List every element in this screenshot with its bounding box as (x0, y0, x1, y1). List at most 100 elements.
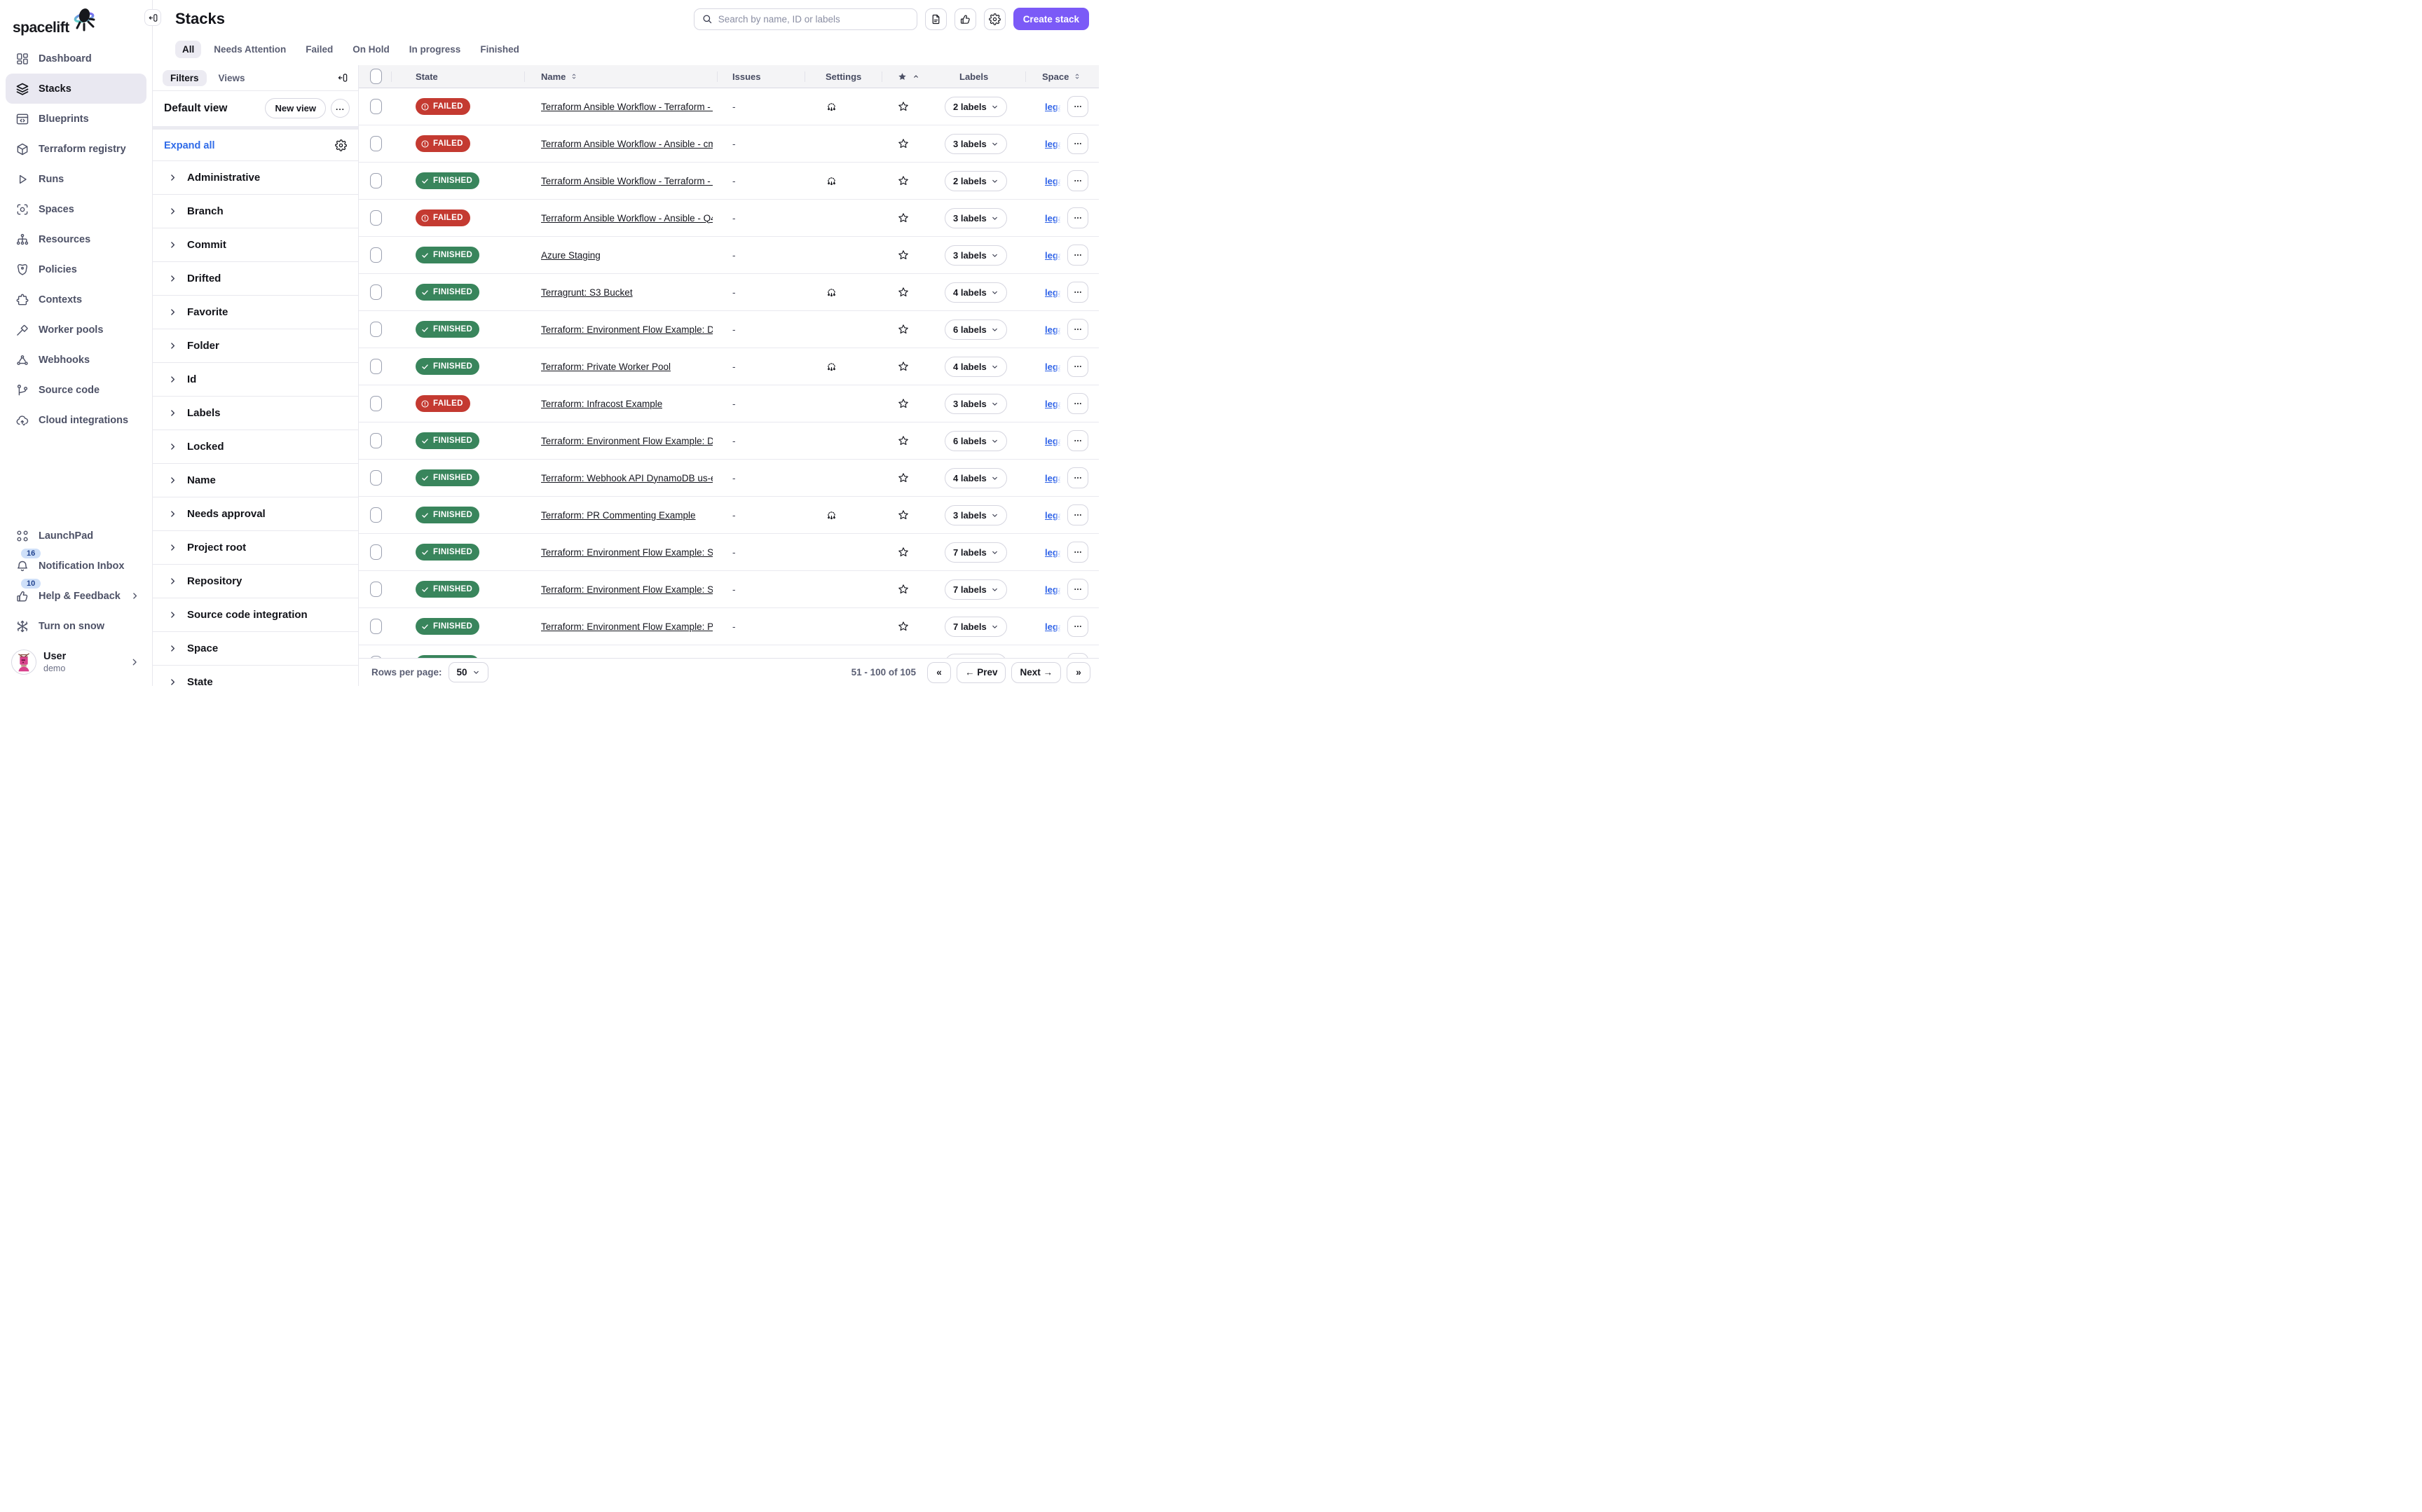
filter-section-favorite[interactable]: Favorite (153, 296, 358, 329)
star-outline-icon[interactable] (897, 472, 910, 484)
row-checkbox[interactable] (370, 544, 382, 560)
sidebar-item-stacks[interactable]: Stacks (6, 74, 146, 104)
labels-dropdown[interactable]: 3 labels (945, 394, 1007, 414)
sidebar-item-source-code[interactable]: Source code (6, 375, 146, 405)
row-menu-button[interactable] (1067, 356, 1088, 377)
row-menu-button[interactable] (1067, 393, 1088, 414)
stack-name-link[interactable]: Terraform: Environment Flow Example: Dev… (541, 324, 713, 335)
row-checkbox[interactable] (370, 322, 382, 337)
user-menu[interactable]: User demo (0, 642, 152, 686)
column-labels[interactable]: Labels (959, 71, 988, 82)
row-checkbox[interactable] (370, 582, 382, 597)
column-space[interactable]: Space (1042, 71, 1069, 82)
tab-finished[interactable]: Finished (473, 41, 526, 58)
settings-button[interactable] (984, 8, 1006, 30)
space-link[interactable]: legacy (1045, 621, 1062, 632)
row-checkbox[interactable] (370, 284, 382, 300)
sort-both-icon[interactable] (570, 72, 578, 81)
filter-section-repository[interactable]: Repository (153, 565, 358, 598)
space-link[interactable]: legacy (1045, 287, 1062, 298)
favorite-star-icon[interactable] (897, 71, 908, 82)
labels-dropdown[interactable]: 7 labels (945, 542, 1007, 563)
filter-section-needs-approval[interactable]: Needs approval (153, 497, 358, 531)
row-checkbox[interactable] (370, 470, 382, 486)
stack-name-link[interactable]: Terragrunt: S3 Bucket (541, 287, 633, 298)
row-checkbox[interactable] (370, 210, 382, 226)
stack-name-link[interactable]: Terraform Ansible Workflow - Ansible - Q… (541, 213, 713, 224)
stack-name-link[interactable]: Azure Staging (541, 250, 601, 261)
row-menu-button[interactable] (1067, 504, 1088, 525)
filter-section-name[interactable]: Name (153, 464, 358, 497)
labels-dropdown[interactable]: 6 labels (945, 319, 1007, 340)
star-outline-icon[interactable] (897, 137, 910, 150)
labels-dropdown[interactable]: 3 labels (945, 505, 1007, 525)
row-menu-button[interactable] (1067, 245, 1088, 266)
filters-gear-icon[interactable] (335, 139, 347, 151)
star-outline-icon[interactable] (897, 212, 910, 224)
row-menu-button[interactable] (1067, 319, 1088, 340)
tab-needs-attention[interactable]: Needs Attention (207, 41, 293, 58)
filter-section-locked[interactable]: Locked (153, 430, 358, 464)
row-checkbox[interactable] (370, 173, 382, 188)
filter-section-commit[interactable]: Commit (153, 228, 358, 262)
sidebar-item-terraform-registry[interactable]: Terraform registry (6, 134, 146, 164)
star-outline-icon[interactable] (897, 323, 910, 336)
space-link[interactable]: legacy (1045, 324, 1062, 335)
first-page-button[interactable]: « (927, 662, 951, 683)
labels-dropdown[interactable]: 4 labels (945, 282, 1007, 303)
tab-on-hold[interactable]: On Hold (345, 41, 397, 58)
row-menu-button[interactable] (1067, 579, 1088, 600)
labels-dropdown[interactable]: 4 labels (945, 357, 1007, 377)
row-checkbox[interactable] (370, 396, 382, 411)
row-menu-button[interactable] (1067, 467, 1088, 488)
stack-name-link[interactable]: Terraform: Private Worker Pool (541, 362, 671, 372)
labels-dropdown[interactable]: 2 labels (945, 97, 1007, 117)
star-outline-icon[interactable] (897, 583, 910, 596)
labels-dropdown[interactable]: 7 labels (945, 617, 1007, 637)
row-menu-button[interactable] (1067, 542, 1088, 563)
stack-name-link[interactable]: Terraform: Environment Flow Example: Dev… (541, 436, 713, 446)
select-all-checkbox[interactable] (370, 69, 382, 84)
filter-section-labels[interactable]: Labels (153, 397, 358, 430)
new-view-button[interactable]: New view (265, 98, 326, 118)
sidebar-collapse-button[interactable] (144, 9, 161, 26)
space-link[interactable]: legacy (1045, 250, 1062, 261)
sidebar-item-contexts[interactable]: Contexts (6, 284, 146, 315)
row-checkbox[interactable] (370, 433, 382, 448)
tab-in-progress[interactable]: In progress (402, 41, 468, 58)
row-menu-button[interactable] (1067, 133, 1088, 154)
star-outline-icon[interactable] (897, 174, 910, 187)
row-checkbox[interactable] (370, 359, 382, 374)
star-outline-icon[interactable] (897, 360, 910, 373)
labels-dropdown[interactable]: 3 labels (945, 245, 1007, 266)
row-checkbox[interactable] (370, 247, 382, 263)
stack-name-link[interactable]: Terraform: Environment Flow Example: Sta… (541, 584, 713, 595)
labels-dropdown[interactable]: 2 labels (945, 171, 1007, 191)
sidebar-item-resources[interactable]: Resources (6, 224, 146, 254)
filter-section-source-code-integration[interactable]: Source code integration (153, 598, 358, 632)
space-link[interactable]: legacy (1045, 547, 1062, 558)
column-settings[interactable]: Settings (826, 71, 861, 82)
rows-per-page-select[interactable]: 50 (449, 662, 488, 682)
feedback-button[interactable] (955, 8, 976, 30)
star-outline-icon[interactable] (897, 620, 910, 633)
sidebar-item-cloud-integrations[interactable]: Cloud integrations (6, 405, 146, 435)
create-stack-button[interactable]: Create stack (1013, 8, 1089, 30)
docs-button[interactable] (925, 8, 947, 30)
row-menu-button[interactable] (1067, 616, 1088, 637)
row-menu-button[interactable] (1067, 430, 1088, 451)
sidebar-item-turn-on-snow[interactable]: Turn on snow (6, 611, 146, 641)
filter-section-folder[interactable]: Folder (153, 329, 358, 363)
space-link[interactable]: legacy (1045, 176, 1062, 186)
sort-both-icon[interactable] (1073, 72, 1081, 81)
star-outline-icon[interactable] (897, 286, 910, 298)
row-menu-button[interactable] (1067, 170, 1088, 191)
stack-name-link[interactable]: Terraform Ansible Workflow - Ansible - c… (541, 139, 713, 149)
tab-all[interactable]: All (175, 41, 201, 58)
row-checkbox[interactable] (370, 619, 382, 634)
stack-name-link[interactable]: Terraform Ansible Workflow - Terraform -… (541, 102, 713, 112)
filter-section-administrative[interactable]: Administrative (153, 161, 358, 195)
space-link[interactable]: legacy (1045, 102, 1062, 112)
space-link[interactable]: legacy (1045, 584, 1062, 595)
sidebar-item-runs[interactable]: Runs (6, 164, 146, 194)
